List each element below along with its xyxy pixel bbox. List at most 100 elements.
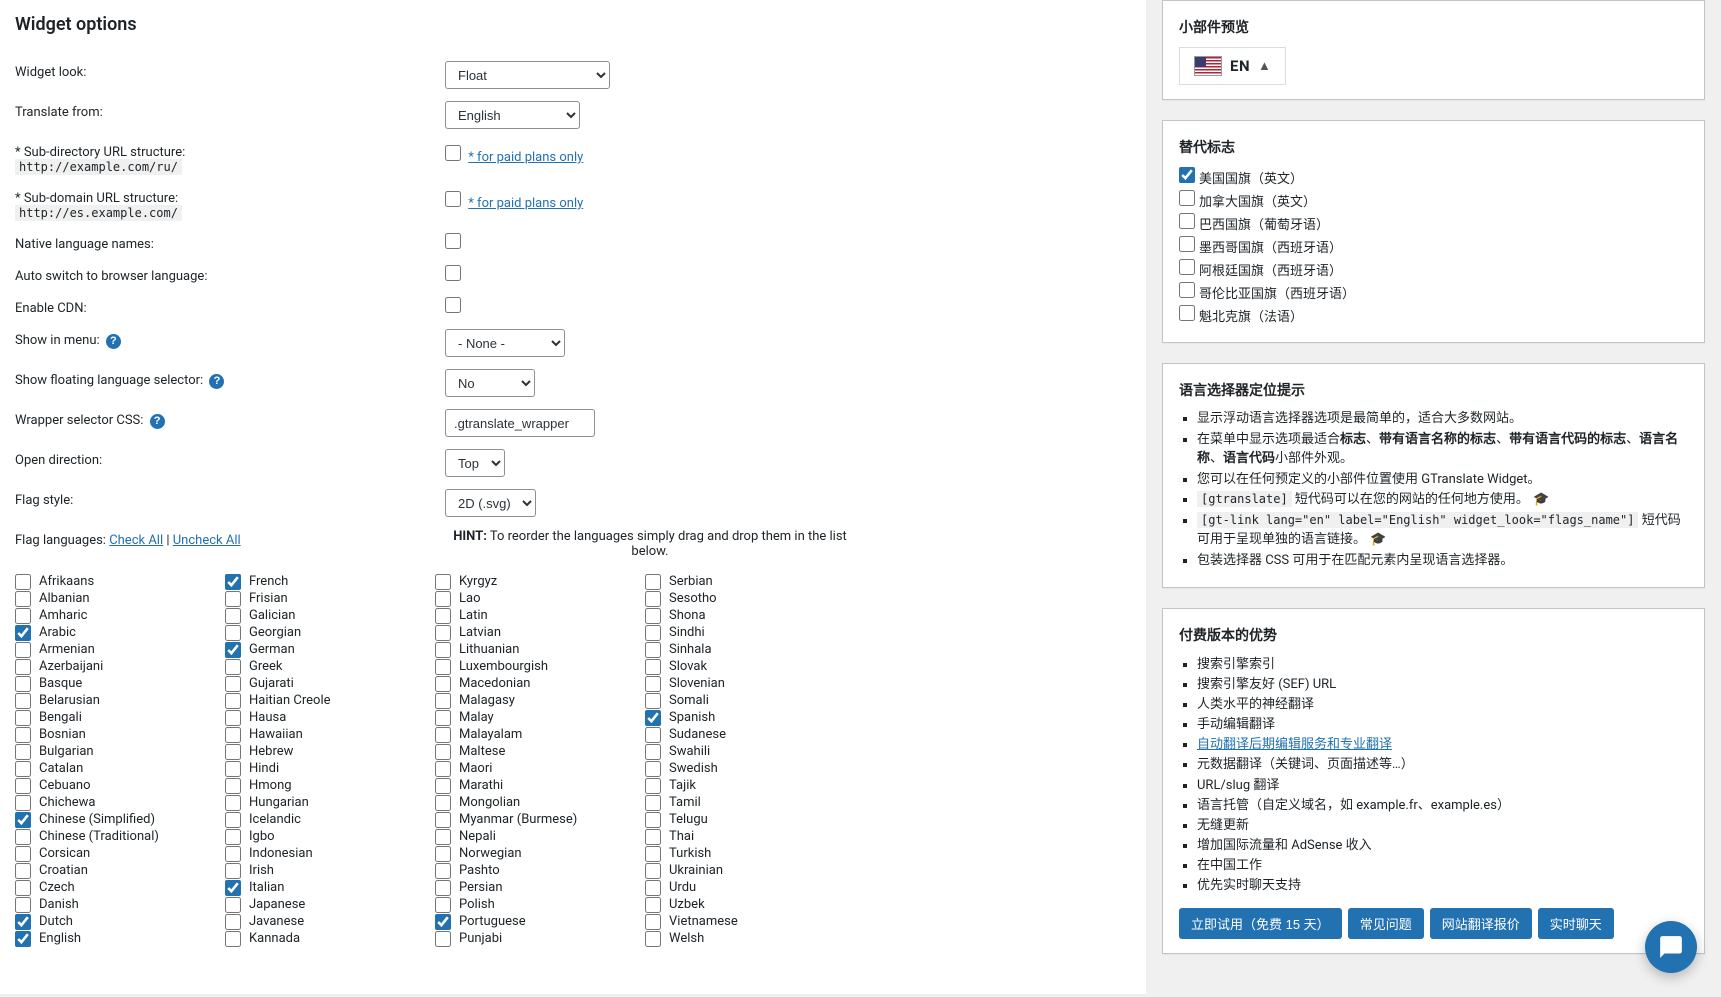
language-item[interactable]: Hmong [225, 777, 435, 794]
language-checkbox[interactable] [435, 778, 451, 794]
language-checkbox[interactable] [645, 880, 661, 896]
language-item[interactable]: Pashto [435, 862, 645, 879]
language-item[interactable]: Galician [225, 607, 435, 624]
language-item[interactable]: Cebuano [15, 777, 225, 794]
language-checkbox[interactable] [225, 625, 241, 641]
language-checkbox[interactable] [225, 880, 241, 896]
language-checkbox[interactable] [645, 829, 661, 845]
language-checkbox[interactable] [15, 625, 31, 641]
language-checkbox[interactable] [225, 642, 241, 658]
language-checkbox[interactable] [225, 897, 241, 913]
language-checkbox[interactable] [225, 829, 241, 845]
language-item[interactable]: Hindi [225, 760, 435, 777]
language-checkbox[interactable] [15, 608, 31, 624]
language-item[interactable]: Slovak [645, 658, 855, 675]
language-item[interactable]: Hebrew [225, 743, 435, 760]
alt-flag-checkbox[interactable] [1179, 167, 1195, 183]
language-item[interactable]: Armenian [15, 641, 225, 658]
language-checkbox[interactable] [15, 846, 31, 862]
language-preview-badge[interactable]: EN ▲ [1179, 47, 1286, 85]
language-checkbox[interactable] [15, 744, 31, 760]
language-checkbox[interactable] [435, 761, 451, 777]
language-checkbox[interactable] [435, 625, 451, 641]
alt-flag-checkbox[interactable] [1179, 190, 1195, 206]
alt-flag-item[interactable]: 加拿大国旗（英文） [1179, 190, 1688, 213]
alt-flag-item[interactable]: 阿根廷国旗（西班牙语） [1179, 259, 1688, 282]
language-checkbox[interactable] [435, 795, 451, 811]
native-names-checkbox[interactable] [445, 233, 461, 249]
language-checkbox[interactable] [645, 642, 661, 658]
uncheck-all-link[interactable]: Uncheck All [173, 533, 241, 548]
enable-cdn-checkbox[interactable] [445, 297, 461, 313]
check-all-link[interactable]: Check All [109, 533, 163, 548]
language-checkbox[interactable] [15, 676, 31, 692]
language-item[interactable]: Albanian [15, 590, 225, 607]
language-checkbox[interactable] [645, 778, 661, 794]
language-item[interactable]: Sudanese [645, 726, 855, 743]
language-checkbox[interactable] [15, 829, 31, 845]
language-item[interactable]: Nepali [435, 828, 645, 845]
language-checkbox[interactable] [435, 829, 451, 845]
language-checkbox[interactable] [225, 863, 241, 879]
language-checkbox[interactable] [15, 659, 31, 675]
wrapper-css-input[interactable] [445, 409, 595, 437]
language-item[interactable]: Frisian [225, 590, 435, 607]
translate-from-select[interactable]: English [445, 101, 580, 129]
paid-translation-link[interactable]: 自动翻译后期编辑服务和专业翻译 [1197, 737, 1392, 752]
language-checkbox[interactable] [225, 659, 241, 675]
language-checkbox[interactable] [645, 591, 661, 607]
show-floating-select[interactable]: No [445, 369, 535, 397]
language-checkbox[interactable] [15, 710, 31, 726]
language-checkbox[interactable] [435, 642, 451, 658]
language-item[interactable]: Ukrainian [645, 862, 855, 879]
language-checkbox[interactable] [15, 931, 31, 947]
language-item[interactable]: Czech [15, 879, 225, 896]
language-checkbox[interactable] [435, 710, 451, 726]
language-checkbox[interactable] [225, 591, 241, 607]
language-checkbox[interactable] [435, 880, 451, 896]
language-checkbox[interactable] [225, 608, 241, 624]
language-checkbox[interactable] [225, 693, 241, 709]
language-checkbox[interactable] [645, 710, 661, 726]
language-item[interactable]: Japanese [225, 896, 435, 913]
language-item[interactable]: Thai [645, 828, 855, 845]
language-checkbox[interactable] [225, 761, 241, 777]
language-item[interactable]: Sindhi [645, 624, 855, 641]
language-item[interactable]: Bengali [15, 709, 225, 726]
chat-bubble-button[interactable] [1645, 921, 1697, 973]
language-checkbox[interactable] [435, 897, 451, 913]
language-item[interactable]: Swahili [645, 743, 855, 760]
language-item[interactable]: Latin [435, 607, 645, 624]
language-checkbox[interactable] [645, 659, 661, 675]
alt-flag-checkbox[interactable] [1179, 213, 1195, 229]
language-checkbox[interactable] [645, 693, 661, 709]
language-checkbox[interactable] [645, 795, 661, 811]
language-item[interactable]: Bulgarian [15, 743, 225, 760]
language-checkbox[interactable] [435, 744, 451, 760]
language-item[interactable]: Croatian [15, 862, 225, 879]
alt-flag-item[interactable]: 魁北克旗（法语） [1179, 305, 1688, 328]
language-item[interactable]: Dutch [15, 913, 225, 930]
language-item[interactable]: Georgian [225, 624, 435, 641]
language-checkbox[interactable] [225, 795, 241, 811]
language-item[interactable]: Javanese [225, 913, 435, 930]
language-checkbox[interactable] [225, 744, 241, 760]
language-item[interactable]: Malagasy [435, 692, 645, 709]
language-item[interactable]: Sesotho [645, 590, 855, 607]
language-item[interactable]: Belarusian [15, 692, 225, 709]
language-item[interactable]: Hungarian [225, 794, 435, 811]
language-item[interactable]: Bosnian [15, 726, 225, 743]
language-item[interactable]: Polish [435, 896, 645, 913]
language-checkbox[interactable] [645, 744, 661, 760]
language-item[interactable]: Welsh [645, 930, 855, 947]
language-item[interactable]: Macedonian [435, 675, 645, 692]
language-checkbox[interactable] [645, 897, 661, 913]
language-item[interactable]: Marathi [435, 777, 645, 794]
language-item[interactable]: Hausa [225, 709, 435, 726]
language-item[interactable]: Kannada [225, 930, 435, 947]
language-item[interactable]: Gujarati [225, 675, 435, 692]
language-item[interactable]: French [225, 573, 435, 590]
language-item[interactable]: Serbian [645, 573, 855, 590]
language-item[interactable]: Chichewa [15, 794, 225, 811]
language-checkbox[interactable] [15, 778, 31, 794]
